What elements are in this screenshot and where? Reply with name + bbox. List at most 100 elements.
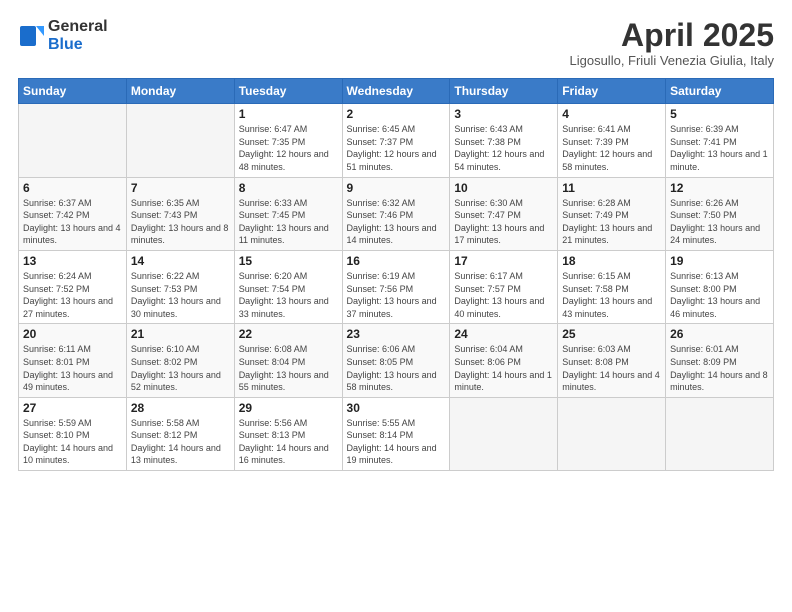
day-number: 1	[239, 107, 338, 121]
day-number: 9	[347, 181, 446, 195]
week-row-5: 27 Sunrise: 5:59 AMSunset: 8:10 PMDayligh…	[19, 397, 774, 470]
day-number: 17	[454, 254, 553, 268]
day-info: Sunrise: 6:47 AMSunset: 7:35 PMDaylight:…	[239, 123, 338, 173]
day-number: 4	[562, 107, 661, 121]
day-number: 7	[131, 181, 230, 195]
calendar-cell: 6Sunrise: 6:37 AMSunset: 7:42 PMDaylight…	[19, 177, 127, 250]
calendar-cell	[558, 397, 666, 470]
day-info: Sunrise: 6:33 AMSunset: 7:45 PMDaylight:…	[239, 197, 338, 247]
calendar-cell: 24 Sunrise: 6:04 AMSunset: 8:06 PMDayligh…	[450, 324, 558, 397]
day-info: Sunrise: 6:19 AMSunset: 7:56 PMDaylight:…	[347, 270, 446, 320]
header-row: SundayMondayTuesdayWednesdayThursdayFrid…	[19, 79, 774, 104]
calendar-cell: 4 Sunrise: 6:41 AMSunset: 7:39 PMDaylight…	[558, 104, 666, 177]
day-number: 28	[131, 401, 230, 415]
day-info: Sunrise: 6:20 AMSunset: 7:54 PMDaylight:…	[239, 270, 338, 320]
calendar-cell	[666, 397, 774, 470]
day-info: Sunrise: 6:39 AMSunset: 7:41 PMDaylight:…	[670, 123, 769, 173]
calendar-cell	[450, 397, 558, 470]
day-number: 22	[239, 327, 338, 341]
day-number: 29	[239, 401, 338, 415]
calendar-cell: 10Sunrise: 6:30 AMSunset: 7:47 PMDayligh…	[450, 177, 558, 250]
day-number: 30	[347, 401, 446, 415]
day-info: Sunrise: 6:13 AMSunset: 8:00 PMDaylight:…	[670, 270, 769, 320]
calendar-cell: 20Sunrise: 6:11 AMSunset: 8:01 PMDayligh…	[19, 324, 127, 397]
calendar-title: April 2025	[570, 18, 775, 53]
day-number: 12	[670, 181, 769, 195]
day-number: 14	[131, 254, 230, 268]
calendar-cell: 5Sunrise: 6:39 AMSunset: 7:41 PMDaylight…	[666, 104, 774, 177]
day-info: Sunrise: 6:06 AMSunset: 8:05 PMDaylight:…	[347, 343, 446, 393]
day-number: 21	[131, 327, 230, 341]
calendar-cell: 23Sunrise: 6:06 AMSunset: 8:05 PMDayligh…	[342, 324, 450, 397]
day-info: Sunrise: 6:32 AMSunset: 7:46 PMDaylight:…	[347, 197, 446, 247]
day-number: 15	[239, 254, 338, 268]
calendar-cell: 21 Sunrise: 6:10 AMSunset: 8:02 PMDayligh…	[126, 324, 234, 397]
week-row-3: 13 Sunrise: 6:24 AMSunset: 7:52 PMDayligh…	[19, 250, 774, 323]
calendar-cell: 25Sunrise: 6:03 AMSunset: 8:08 PMDayligh…	[558, 324, 666, 397]
day-info: Sunrise: 5:59 AMSunset: 8:10 PMDaylight:…	[23, 417, 122, 467]
day-info: Sunrise: 6:41 AMSunset: 7:39 PMDaylight:…	[562, 123, 661, 173]
week-row-1: 1 Sunrise: 6:47 AMSunset: 7:35 PMDaylight…	[19, 104, 774, 177]
day-info: Sunrise: 6:01 AMSunset: 8:09 PMDaylight:…	[670, 343, 769, 393]
logo: General Blue	[18, 18, 108, 53]
col-header-monday: Monday	[126, 79, 234, 104]
week-row-4: 20Sunrise: 6:11 AMSunset: 8:01 PMDayligh…	[19, 324, 774, 397]
day-number: 27	[23, 401, 122, 415]
calendar-cell: 7 Sunrise: 6:35 AMSunset: 7:43 PMDaylight…	[126, 177, 234, 250]
col-header-sunday: Sunday	[19, 79, 127, 104]
calendar-cell: 29 Sunrise: 5:56 AMSunset: 8:13 PMDayligh…	[234, 397, 342, 470]
calendar-cell: 14 Sunrise: 6:22 AMSunset: 7:53 PMDayligh…	[126, 250, 234, 323]
day-info: Sunrise: 6:08 AMSunset: 8:04 PMDaylight:…	[239, 343, 338, 393]
day-info: Sunrise: 6:03 AMSunset: 8:08 PMDaylight:…	[562, 343, 661, 393]
day-number: 13	[23, 254, 122, 268]
logo-icon	[18, 22, 46, 50]
day-info: Sunrise: 6:45 AMSunset: 7:37 PMDaylight:…	[347, 123, 446, 173]
calendar-cell	[126, 104, 234, 177]
calendar-cell: 26 Sunrise: 6:01 AMSunset: 8:09 PMDayligh…	[666, 324, 774, 397]
day-info: Sunrise: 6:15 AMSunset: 7:58 PMDaylight:…	[562, 270, 661, 320]
day-info: Sunrise: 6:10 AMSunset: 8:02 PMDaylight:…	[131, 343, 230, 393]
day-info: Sunrise: 6:17 AMSunset: 7:57 PMDaylight:…	[454, 270, 553, 320]
col-header-friday: Friday	[558, 79, 666, 104]
calendar-cell: 11Sunrise: 6:28 AMSunset: 7:49 PMDayligh…	[558, 177, 666, 250]
day-info: Sunrise: 6:26 AMSunset: 7:50 PMDaylight:…	[670, 197, 769, 247]
col-header-thursday: Thursday	[450, 79, 558, 104]
day-info: Sunrise: 6:43 AMSunset: 7:38 PMDaylight:…	[454, 123, 553, 173]
calendar-table: SundayMondayTuesdayWednesdayThursdayFrid…	[18, 78, 774, 471]
calendar-cell: 3 Sunrise: 6:43 AMSunset: 7:38 PMDaylight…	[450, 104, 558, 177]
day-info: Sunrise: 5:58 AMSunset: 8:12 PMDaylight:…	[131, 417, 230, 467]
day-number: 24	[454, 327, 553, 341]
calendar-cell: 17 Sunrise: 6:17 AMSunset: 7:57 PMDayligh…	[450, 250, 558, 323]
col-header-saturday: Saturday	[666, 79, 774, 104]
calendar-cell	[19, 104, 127, 177]
day-number: 26	[670, 327, 769, 341]
day-number: 8	[239, 181, 338, 195]
day-info: Sunrise: 6:35 AMSunset: 7:43 PMDaylight:…	[131, 197, 230, 247]
calendar-subtitle: Ligosullo, Friuli Venezia Giulia, Italy	[570, 53, 775, 68]
day-info: Sunrise: 6:30 AMSunset: 7:47 PMDaylight:…	[454, 197, 553, 247]
day-number: 3	[454, 107, 553, 121]
day-number: 16	[347, 254, 446, 268]
day-info: Sunrise: 6:28 AMSunset: 7:49 PMDaylight:…	[562, 197, 661, 247]
col-header-wednesday: Wednesday	[342, 79, 450, 104]
day-info: Sunrise: 5:55 AMSunset: 8:14 PMDaylight:…	[347, 417, 446, 467]
day-number: 19	[670, 254, 769, 268]
day-number: 20	[23, 327, 122, 341]
calendar-cell: 2 Sunrise: 6:45 AMSunset: 7:37 PMDaylight…	[342, 104, 450, 177]
calendar-cell: 27 Sunrise: 5:59 AMSunset: 8:10 PMDayligh…	[19, 397, 127, 470]
day-number: 2	[347, 107, 446, 121]
day-info: Sunrise: 6:04 AMSunset: 8:06 PMDaylight:…	[454, 343, 553, 393]
day-info: Sunrise: 6:24 AMSunset: 7:52 PMDaylight:…	[23, 270, 122, 320]
calendar-cell: 16 Sunrise: 6:19 AMSunset: 7:56 PMDayligh…	[342, 250, 450, 323]
day-number: 6	[23, 181, 122, 195]
title-block: April 2025 Ligosullo, Friuli Venezia Giu…	[570, 18, 775, 68]
day-info: Sunrise: 5:56 AMSunset: 8:13 PMDaylight:…	[239, 417, 338, 467]
page: General Blue April 2025 Ligosullo, Friul…	[0, 0, 792, 481]
calendar-cell: 13 Sunrise: 6:24 AMSunset: 7:52 PMDayligh…	[19, 250, 127, 323]
header: General Blue April 2025 Ligosullo, Friul…	[18, 18, 774, 68]
calendar-cell: 22 Sunrise: 6:08 AMSunset: 8:04 PMDayligh…	[234, 324, 342, 397]
logo-line2: Blue	[48, 36, 108, 54]
day-info: Sunrise: 6:22 AMSunset: 7:53 PMDaylight:…	[131, 270, 230, 320]
col-header-tuesday: Tuesday	[234, 79, 342, 104]
calendar-cell: 19 Sunrise: 6:13 AMSunset: 8:00 PMDayligh…	[666, 250, 774, 323]
